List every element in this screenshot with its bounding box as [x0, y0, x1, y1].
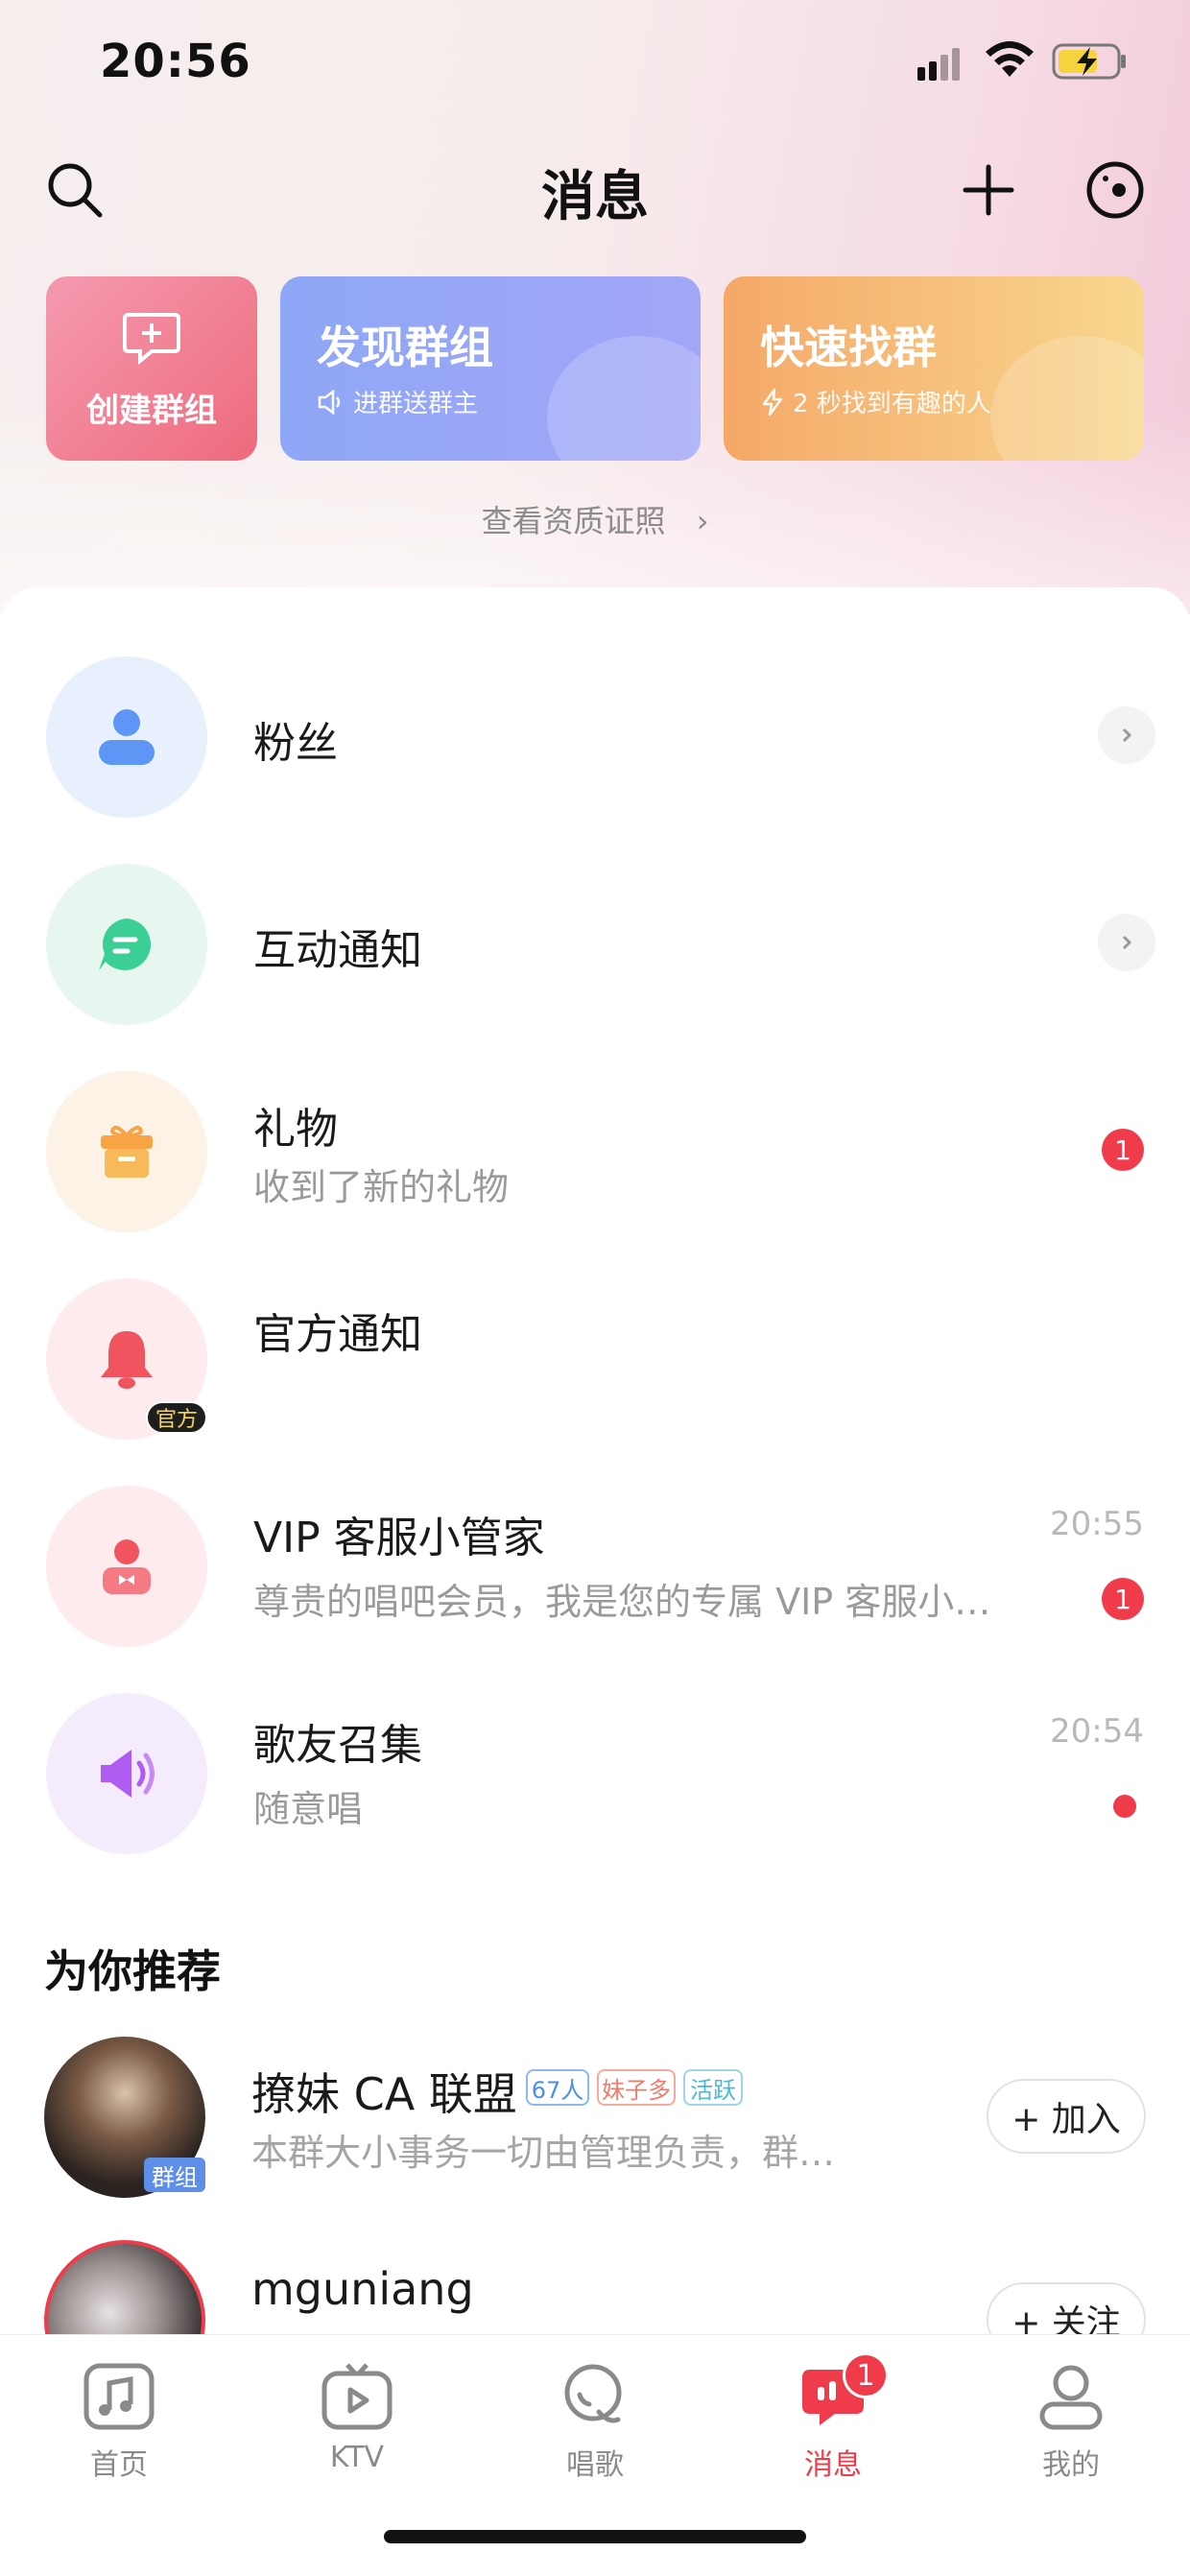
song-friends-avatar	[46, 1693, 207, 1854]
message-time: 20:55	[1050, 1505, 1144, 1543]
message-row-gift[interactable]: 礼物 收到了新的礼物 1	[0, 1033, 1190, 1240]
discover-groups-subtitle-row: 进群送群主	[317, 384, 478, 419]
qualification-link[interactable]: 查看资质证照 ›	[0, 497, 1190, 541]
speaker-icon	[318, 389, 341, 415]
message-time: 20:54	[1050, 1712, 1144, 1751]
quick-find-title: 快速找群	[760, 322, 937, 373]
unread-dot	[1113, 1795, 1136, 1818]
vip-service-avatar	[46, 1486, 207, 1647]
qualification-link-label: 查看资质证照	[481, 503, 666, 539]
create-group-label: 创建群组	[86, 392, 217, 430]
member-count-tag: 67人	[526, 2069, 589, 2106]
person-icon	[99, 709, 155, 765]
official-tag: 官方	[146, 1401, 207, 1434]
quick-find-subtitle: 2 秒找到有趣的人	[793, 390, 991, 418]
cellular-signal-icon	[917, 46, 967, 81]
interaction-avatar	[46, 864, 207, 1025]
message-title: VIP 客服小管家	[253, 1514, 545, 1562]
bell-icon	[101, 1331, 153, 1389]
tab-sing[interactable]: 唱歌	[476, 2362, 714, 2506]
tab-label: 首页	[90, 2448, 148, 2482]
join-group-button[interactable]: + 加入	[987, 2079, 1146, 2154]
tab-home[interactable]: 首页	[0, 2362, 238, 2506]
tab-profile[interactable]: 我的	[952, 2362, 1190, 2506]
group-tag: 群组	[144, 2158, 205, 2192]
user-name: mguniang	[251, 2263, 474, 2315]
microphone-icon	[564, 2364, 622, 2423]
chevron-right-icon	[1098, 706, 1155, 764]
group-description: 本群大小事务一切由管理负责，群…	[251, 2132, 836, 2174]
message-row-fans[interactable]: 粉丝	[0, 618, 1190, 825]
tab-ktv[interactable]: KTV	[238, 2362, 476, 2506]
active-tag: 活跃	[683, 2069, 743, 2106]
discover-groups-subtitle: 进群送群主	[353, 390, 479, 418]
add-icon[interactable]	[950, 152, 1027, 228]
chat-plus-icon	[123, 313, 180, 365]
profile-icon	[1039, 2365, 1103, 2430]
unread-badge: 1	[1102, 1129, 1144, 1171]
tab-unread-badge: 1	[843, 2352, 889, 2398]
tv-play-icon	[321, 2363, 393, 2430]
tab-label: KTV	[329, 2441, 385, 2474]
message-row-interaction[interactable]: 互动通知	[0, 825, 1190, 1033]
message-preview: 尊贵的唱吧会员，我是您的专属 VIP 客服小…	[253, 1581, 991, 1623]
unread-badge: 1	[1102, 1578, 1144, 1620]
gift-avatar	[46, 1071, 207, 1232]
lightning-icon	[762, 388, 783, 416]
message-title: 官方通知	[253, 1310, 422, 1359]
discover-groups-title: 发现群组	[317, 322, 493, 373]
chevron-right-icon: ›	[696, 503, 709, 539]
message-title: 粉丝	[253, 719, 338, 768]
card-decoration	[990, 336, 1144, 461]
create-group-card[interactable]: 创建群组	[46, 276, 257, 461]
megaphone-icon	[101, 1750, 155, 1798]
message-preview: 收到了新的礼物	[253, 1166, 510, 1208]
service-person-icon	[103, 1539, 151, 1594]
quick-find-subtitle-row: 2 秒找到有趣的人	[760, 384, 991, 419]
group-name: 撩妹 CA 联盟	[251, 2068, 517, 2120]
gift-icon	[101, 1125, 153, 1178]
fans-avatar	[46, 656, 207, 818]
message-title: 歌友召集	[253, 1721, 422, 1770]
chevron-right-icon	[1098, 914, 1155, 971]
recommend-section-title: 为你推荐	[44, 1945, 221, 1997]
contacts-circle-icon[interactable]	[1077, 152, 1154, 228]
home-indicator	[384, 2530, 806, 2543]
girls-tag: 妹子多	[597, 2069, 676, 2106]
chat-bubble-icon	[99, 918, 152, 970]
message-preview: 随意唱	[253, 1788, 364, 1830]
card-decoration	[547, 336, 701, 461]
quick-find-group-card[interactable]: 快速找群 2 秒找到有趣的人	[724, 276, 1144, 461]
discover-groups-card[interactable]: 发现群组 进群送群主	[280, 276, 701, 461]
wifi-icon	[986, 41, 1034, 77]
message-title: 礼物	[253, 1105, 338, 1154]
tab-messages[interactable]: 1 消息	[714, 2352, 952, 2506]
status-time: 20:56	[100, 35, 251, 88]
tab-label: 我的	[1042, 2448, 1100, 2482]
music-note-icon	[83, 2363, 155, 2430]
message-title: 互动通知	[253, 926, 422, 975]
status-bar: 20:56	[0, 0, 1190, 134]
tab-label: 消息	[804, 2448, 862, 2482]
message-row-vip-service[interactable]: VIP 客服小管家 20:55 尊贵的唱吧会员，我是您的专属 VIP 客服小… …	[0, 1447, 1190, 1655]
battery-charging-icon	[1052, 43, 1126, 80]
message-row-official[interactable]: 官方 官方通知	[0, 1240, 1190, 1447]
message-row-song-friends[interactable]: 歌友召集 20:54 随意唱	[0, 1655, 1190, 1862]
tab-label: 唱歌	[566, 2448, 624, 2482]
